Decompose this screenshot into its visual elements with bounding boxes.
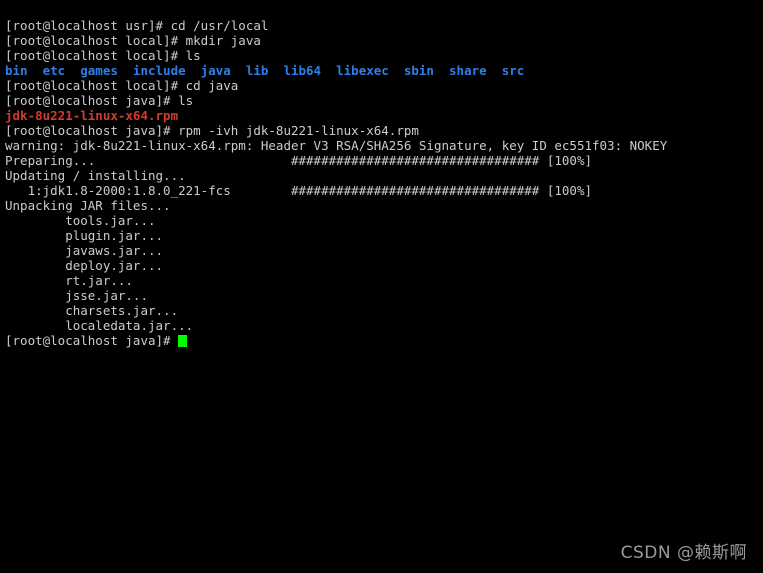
terminal-line-ls-output-directories: bin etc games include java lib lib64 lib…: [5, 63, 525, 78]
terminal-line-jar-rt: rt.jar...: [5, 273, 133, 288]
terminal-line-jar-charsets: charsets.jar...: [5, 303, 179, 318]
prompt-text: [root@localhost java]#: [5, 333, 179, 348]
terminal-line-jar-tools: tools.jar...: [5, 213, 156, 228]
text-cursor: [178, 335, 188, 347]
terminal-line-prompt-mkdir-java: [root@localhost local]# mkdir java: [5, 33, 261, 48]
terminal-line-jar-jsse: jsse.jar...: [5, 288, 148, 303]
terminal-line-jar-javaws: javaws.jar...: [5, 243, 164, 258]
terminal-line-prompt-ls-local: [root@localhost local]# ls: [5, 48, 201, 63]
terminal-line-prompt-cd-java: [root@localhost local]# cd java: [5, 78, 239, 93]
terminal-line-preparing-progress: Preparing... ###########################…: [5, 153, 592, 168]
terminal-line-jdk-package-progress: 1:jdk1.8-2000:1.8.0_221-fcs ############…: [5, 183, 592, 198]
csdn-watermark: CSDN @赖斯啊: [620, 543, 747, 563]
terminal-line-unpacking-jar-files: Unpacking JAR files...: [5, 198, 171, 213]
terminal-line-prompt-cd-usr-local: [root@localhost usr]# cd /usr/local: [5, 18, 269, 33]
terminal-line-updating-installing: Updating / installing...: [5, 168, 186, 183]
terminal-line-jar-deploy: deploy.jar...: [5, 258, 164, 273]
terminal-line-ls-output-rpm-file: jdk-8u221-linux-x64.rpm: [5, 108, 179, 123]
terminal-window[interactable]: [root@localhost usr]# cd /usr/local [roo…: [0, 0, 763, 573]
terminal-line-jar-plugin: plugin.jar...: [5, 228, 164, 243]
terminal-line-warning-nokey: warning: jdk-8u221-linux-x64.rpm: Header…: [5, 138, 668, 153]
terminal-line-jar-localedata: localedata.jar...: [5, 318, 194, 333]
terminal-line-prompt-ls-java: [root@localhost java]# ls: [5, 93, 194, 108]
terminal-active-prompt-line[interactable]: [root@localhost java]#: [5, 333, 763, 348]
terminal-line-prompt-rpm-install: [root@localhost java]# rpm -ivh jdk-8u22…: [5, 123, 419, 138]
